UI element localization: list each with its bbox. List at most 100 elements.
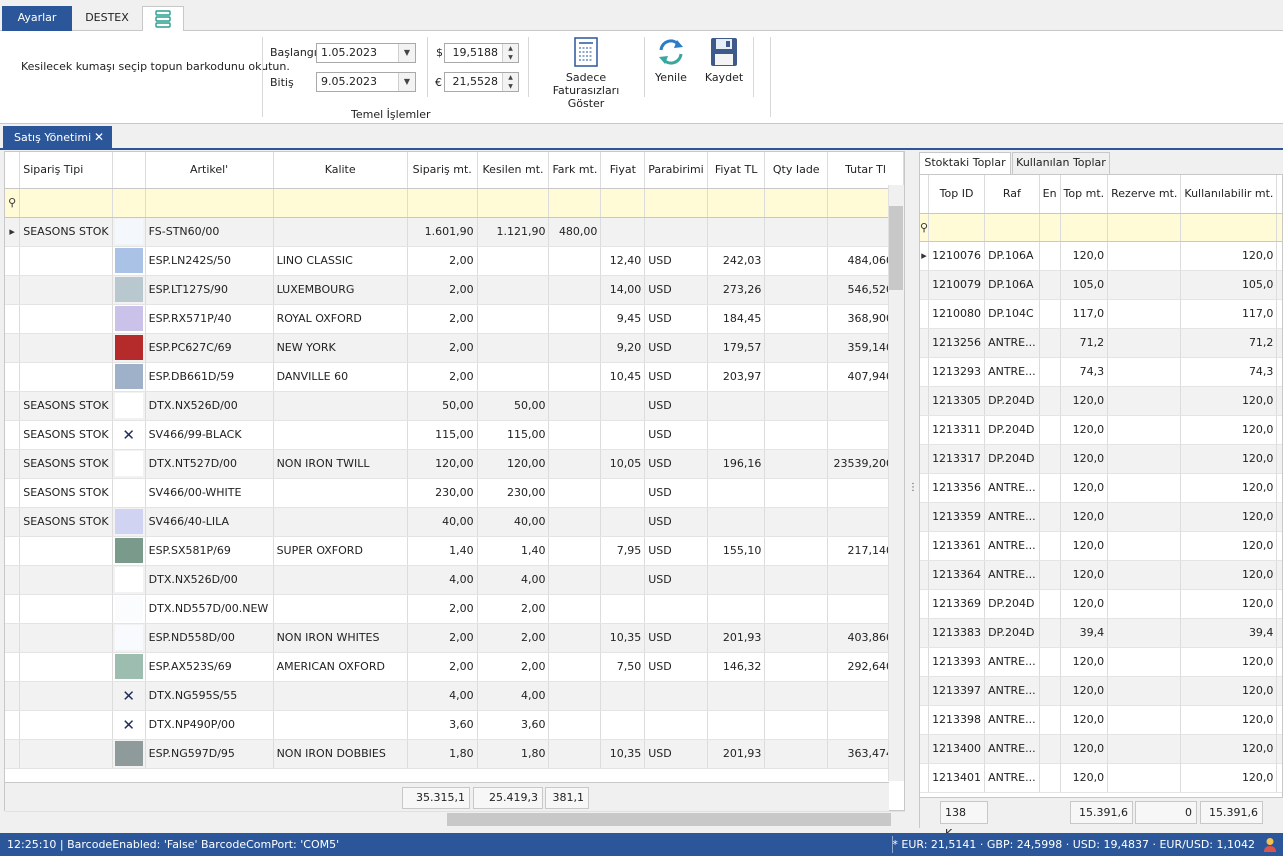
table-row[interactable]: ESP.DB661D/59 DANVILLE 60 2,00 10,45 USD 203,…	[5, 362, 904, 392]
table-row[interactable]: 1210080 DP.104C 117,0 117,0	[920, 299, 1282, 329]
cell-swatch[interactable]	[112, 246, 146, 276]
cell-kullanilabilir-mt[interactable]: 120,0	[1180, 415, 1278, 445]
cell-kalite[interactable]: NON IRON WHITES	[273, 623, 408, 653]
cell-swatch[interactable]	[112, 362, 146, 392]
cell-parabirimi[interactable]: USD	[644, 536, 708, 566]
cell-siparis-mt[interactable]: 40,00	[407, 507, 478, 537]
filter-cell[interactable]	[1180, 213, 1278, 242]
cell-fiyat-tl[interactable]: 201,93	[707, 623, 766, 653]
header-fiyat-tl[interactable]: Fiyat TL	[707, 152, 766, 189]
cell-artikel[interactable]: ESP.RX571P/40	[145, 304, 274, 334]
filter-cell[interactable]	[644, 188, 708, 218]
cell-siparis-mt[interactable]: 2,00	[407, 333, 478, 363]
cell-fiyat[interactable]	[600, 594, 646, 624]
cell-kullanilabilir-mt[interactable]: 71,2	[1180, 328, 1278, 358]
header-artikel[interactable]: Artikel'	[145, 152, 274, 189]
cell-rezerve-mt[interactable]	[1107, 502, 1182, 532]
cell-siparis-mt[interactable]: 4,00	[407, 681, 478, 711]
cell-top-mt[interactable]: 39,4	[1060, 618, 1109, 648]
cell-fark-mt[interactable]	[548, 594, 602, 624]
cell-en[interactable]	[1039, 618, 1061, 648]
cell-parabirimi[interactable]: USD	[644, 275, 708, 305]
cell-kullanilabilir-mt[interactable]: 120,0	[1180, 531, 1278, 561]
cell-fiyat-tl[interactable]	[707, 478, 766, 508]
cell-kesilen-mt[interactable]	[477, 275, 550, 305]
cell-kesilen-mt[interactable]: 2,00	[477, 623, 550, 653]
cell-siparis-tipi[interactable]	[19, 652, 113, 682]
cell-kullanilabilir-mt[interactable]: 120,0	[1180, 647, 1278, 677]
cell-rezerve-mt[interactable]	[1107, 734, 1182, 764]
cell-en[interactable]	[1039, 386, 1061, 416]
cell-swatch[interactable]	[112, 217, 146, 247]
table-row[interactable]: 1213364 ANTRE... 120,0 120,0	[920, 560, 1282, 590]
cell-kullanilabilir-mt[interactable]: 120,0	[1180, 560, 1278, 590]
usd-rate-stepper[interactable]: 19,5188 ▲ ▼	[444, 43, 519, 63]
cell-kesilen-mt[interactable]: 1.121,90	[477, 217, 550, 247]
cell-en[interactable]	[1039, 415, 1061, 445]
cell-kesilen-mt[interactable]: 230,00	[477, 478, 550, 508]
cell-fark-mt[interactable]	[548, 304, 602, 334]
cell-en[interactable]	[1039, 560, 1061, 590]
cell-top-id[interactable]: 1213369	[928, 589, 986, 619]
cell-kesilen-mt[interactable]: 1,40	[477, 536, 550, 566]
cell-artikel[interactable]: ESP.DB661D/59	[145, 362, 274, 392]
cell-siparis-tipi[interactable]	[19, 623, 113, 653]
cell-kalite[interactable]	[273, 217, 408, 247]
cell-artikel[interactable]: DTX.NX526D/00	[145, 391, 274, 421]
cell-parabirimi[interactable]: USD	[644, 565, 708, 595]
save-button[interactable]: Kaydet	[702, 37, 746, 84]
table-row[interactable]: 1213397 ANTRE... 120,0 120,0	[920, 676, 1282, 706]
cell-fiyat[interactable]: 9,20	[600, 333, 646, 363]
cell-artikel[interactable]: ESP.PC627C/69	[145, 333, 274, 363]
cell-rezerve-mt[interactable]	[1107, 241, 1182, 271]
cell-en[interactable]	[1039, 357, 1061, 387]
stepper-arrows-icon[interactable]: ▲ ▼	[502, 73, 518, 91]
cell-qty-iade[interactable]	[764, 362, 829, 392]
cell-kalite[interactable]	[273, 507, 408, 537]
cell-kalite[interactable]	[273, 565, 408, 595]
eur-rate-stepper[interactable]: 21,5528 ▲ ▼	[444, 72, 519, 92]
cell-fark-mt[interactable]	[548, 333, 602, 363]
cell-artikel[interactable]: ESP.SX581P/69	[145, 536, 274, 566]
filter-cell[interactable]	[707, 188, 766, 218]
cell-kalite[interactable]: NON IRON DOBBIES	[273, 739, 408, 769]
tab-destex[interactable]: DESTEX	[72, 6, 142, 31]
cell-top-mt[interactable]: 120,0	[1060, 589, 1109, 619]
cell-rezerve-mt[interactable]	[1107, 386, 1182, 416]
cell-parabirimi[interactable]: USD	[644, 507, 708, 537]
cell-siparis-tipi[interactable]	[19, 681, 113, 711]
filter-cell[interactable]	[600, 188, 646, 218]
cell-parabirimi[interactable]: USD	[644, 420, 708, 450]
cell-siparis-mt[interactable]: 1,40	[407, 536, 478, 566]
cell-siparis-tipi[interactable]	[19, 536, 113, 566]
table-row[interactable]: ESP.PC627C/69 NEW YORK 2,00 9,20 USD 179,57 35…	[5, 333, 904, 363]
cell-siparis-tipi[interactable]	[19, 565, 113, 595]
cell-qty-iade[interactable]	[764, 275, 829, 305]
cell-top-id[interactable]: 1210079	[928, 270, 986, 300]
filter-cell[interactable]	[407, 188, 478, 218]
cell-swatch[interactable]: ✕	[112, 710, 146, 740]
cell-raf[interactable]: ANTRE...	[984, 473, 1040, 503]
cell-parabirimi[interactable]: USD	[644, 333, 708, 363]
cell-qty-iade[interactable]	[764, 478, 829, 508]
cell-rezerve-mt[interactable]	[1107, 415, 1182, 445]
table-row[interactable]: 1213305 DP.204D 120,0 120,0	[920, 386, 1282, 416]
cell-fark-mt[interactable]	[548, 623, 602, 653]
cell-top-mt[interactable]: 120,0	[1060, 705, 1109, 735]
cell-kalite[interactable]: LINO CLASSIC	[273, 246, 408, 276]
table-row[interactable]: ESP.AX523S/69 AMERICAN OXFORD 2,00 2,00 7,50…	[5, 652, 904, 682]
cell-kullanilabilir-mt[interactable]: 120,0	[1180, 502, 1278, 532]
cell-parabirimi[interactable]: USD	[644, 739, 708, 769]
cell-parabirimi[interactable]: USD	[644, 304, 708, 334]
cell-fark-mt[interactable]	[548, 420, 602, 450]
table-row[interactable]: SEASONS STOK SV466/40-LILA 40,00 40,00 USD	[5, 507, 904, 537]
cell-top-mt[interactable]: 71,2	[1060, 328, 1109, 358]
cell-kesilen-mt[interactable]: 4,00	[477, 681, 550, 711]
cell-siparis-tipi[interactable]	[19, 333, 113, 363]
table-row[interactable]: 1213383 DP.204D 39,4 39,4	[920, 618, 1282, 648]
cell-fiyat[interactable]: 10,35	[600, 623, 646, 653]
cell-fiyat[interactable]	[600, 420, 646, 450]
cell-kalite[interactable]: NON IRON TWILL	[273, 449, 408, 479]
cell-siparis-tipi[interactable]: SEASONS STOK	[19, 420, 113, 450]
cell-artikel[interactable]: SV466/40-LILA	[145, 507, 274, 537]
